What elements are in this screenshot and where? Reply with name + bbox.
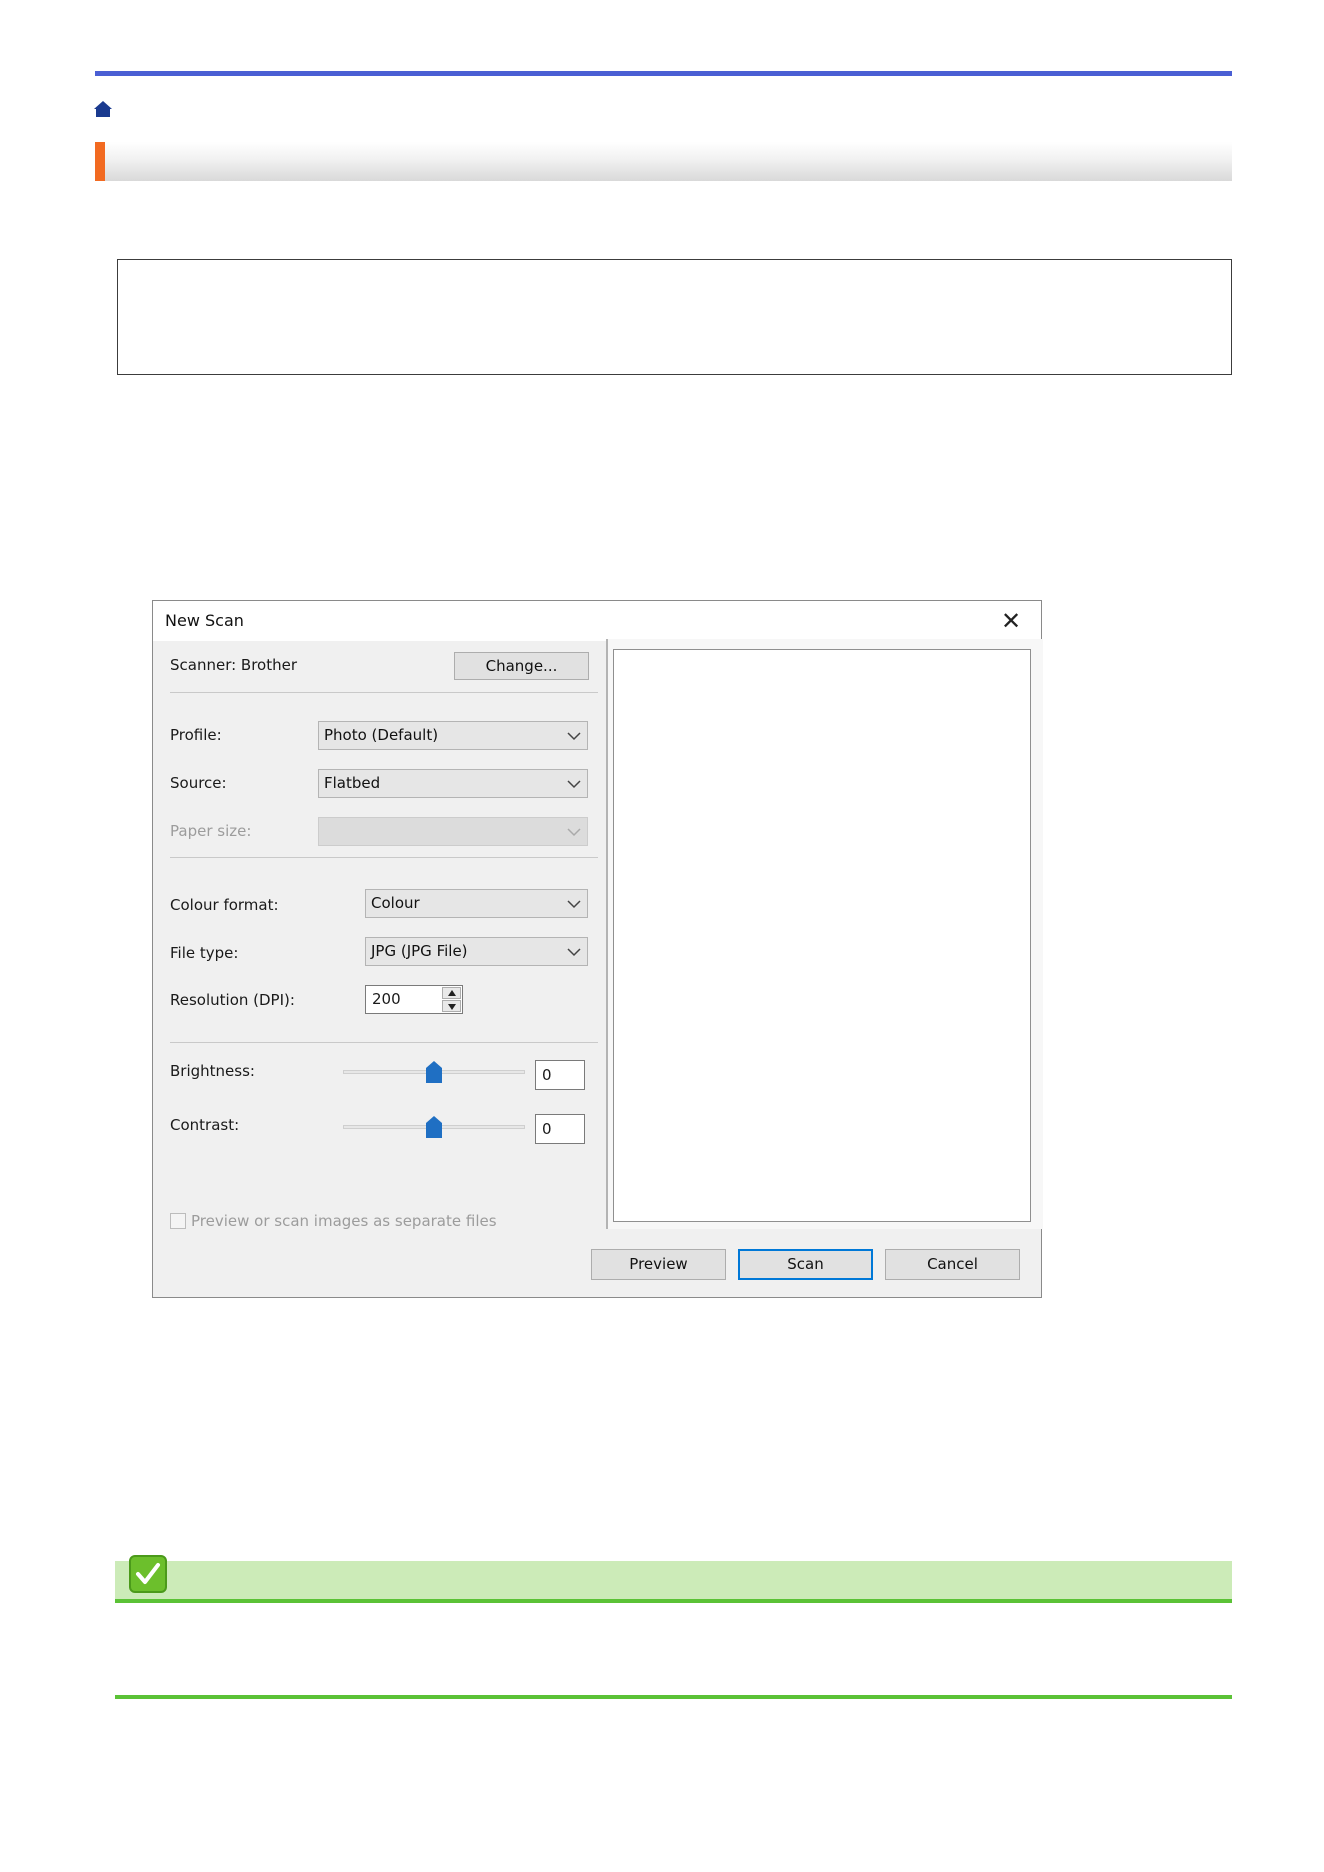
note-box [117,259,1232,375]
preview-button-label: Preview [629,1255,688,1273]
section-heading-accent [95,142,105,181]
tip-header-bar [115,1561,1232,1599]
chevron-down-icon [567,948,581,957]
divider [170,692,598,693]
contrast-label: Contrast: [170,1116,240,1134]
close-icon[interactable]: ✕ [995,607,1027,635]
chevron-down-icon [567,828,581,837]
chevron-down-icon [567,732,581,741]
contrast-value: 0 [542,1120,552,1138]
divider [170,1042,598,1043]
scan-button-label: Scan [787,1255,824,1273]
scan-button[interactable]: Scan [738,1249,873,1280]
change-button-label: Change... [485,657,558,675]
divider [170,857,598,858]
arrow-down-icon [448,1004,456,1010]
cancel-button-label: Cancel [927,1255,978,1273]
chevron-down-icon [567,780,581,789]
change-scanner-button[interactable]: Change... [454,652,589,680]
tip-top-rule [115,1599,1232,1603]
spin-up-button[interactable] [442,987,461,999]
file-type-dropdown[interactable]: JPG (JPG File) [365,937,588,966]
chevron-down-icon [567,900,581,909]
spin-down-button[interactable] [442,1000,461,1012]
colour-format-value: Colour [371,894,420,912]
paper-size-dropdown [318,817,588,846]
colour-format-label: Colour format: [170,896,279,914]
profile-label: Profile: [170,726,222,744]
separate-files-label: Preview or scan images as separate files [191,1212,497,1230]
resolution-label: Resolution (DPI): [170,991,295,1009]
scanner-label: Scanner: Brother [170,656,298,674]
resolution-value: 200 [372,990,401,1008]
preview-area [613,649,1031,1222]
file-type-label: File type: [170,944,239,962]
source-label: Source: [170,774,227,792]
checkmark-icon [129,1555,167,1593]
profile-value: Photo (Default) [324,726,439,744]
new-scan-dialog: New Scan ✕ Scanner: Brother Change... Pr… [152,600,1043,1298]
dialog-titlebar: New Scan ✕ [153,601,1041,641]
preview-button[interactable]: Preview [591,1249,726,1280]
contrast-slider-thumb[interactable] [426,1116,442,1138]
separate-files-checkbox [170,1213,186,1229]
brightness-label: Brightness: [170,1062,255,1080]
brightness-input[interactable]: 0 [535,1060,585,1090]
brightness-value: 0 [542,1066,552,1084]
dialog-title: New Scan [165,611,244,630]
colour-format-dropdown[interactable]: Colour [365,889,588,918]
source-value: Flatbed [324,774,381,792]
home-icon[interactable] [93,99,113,119]
tip-bottom-rule [115,1695,1232,1699]
top-rule [95,71,1232,76]
arrow-up-icon [448,990,456,996]
brightness-slider-thumb[interactable] [426,1061,442,1083]
source-dropdown[interactable]: Flatbed [318,769,588,798]
contrast-input[interactable]: 0 [535,1114,585,1144]
paper-size-label: Paper size: [170,822,252,840]
profile-dropdown[interactable]: Photo (Default) [318,721,588,750]
file-type-value: JPG (JPG File) [371,942,468,960]
cancel-button[interactable]: Cancel [885,1249,1020,1280]
section-heading-bar [95,142,1232,181]
resolution-spinner[interactable]: 200 [365,985,463,1014]
